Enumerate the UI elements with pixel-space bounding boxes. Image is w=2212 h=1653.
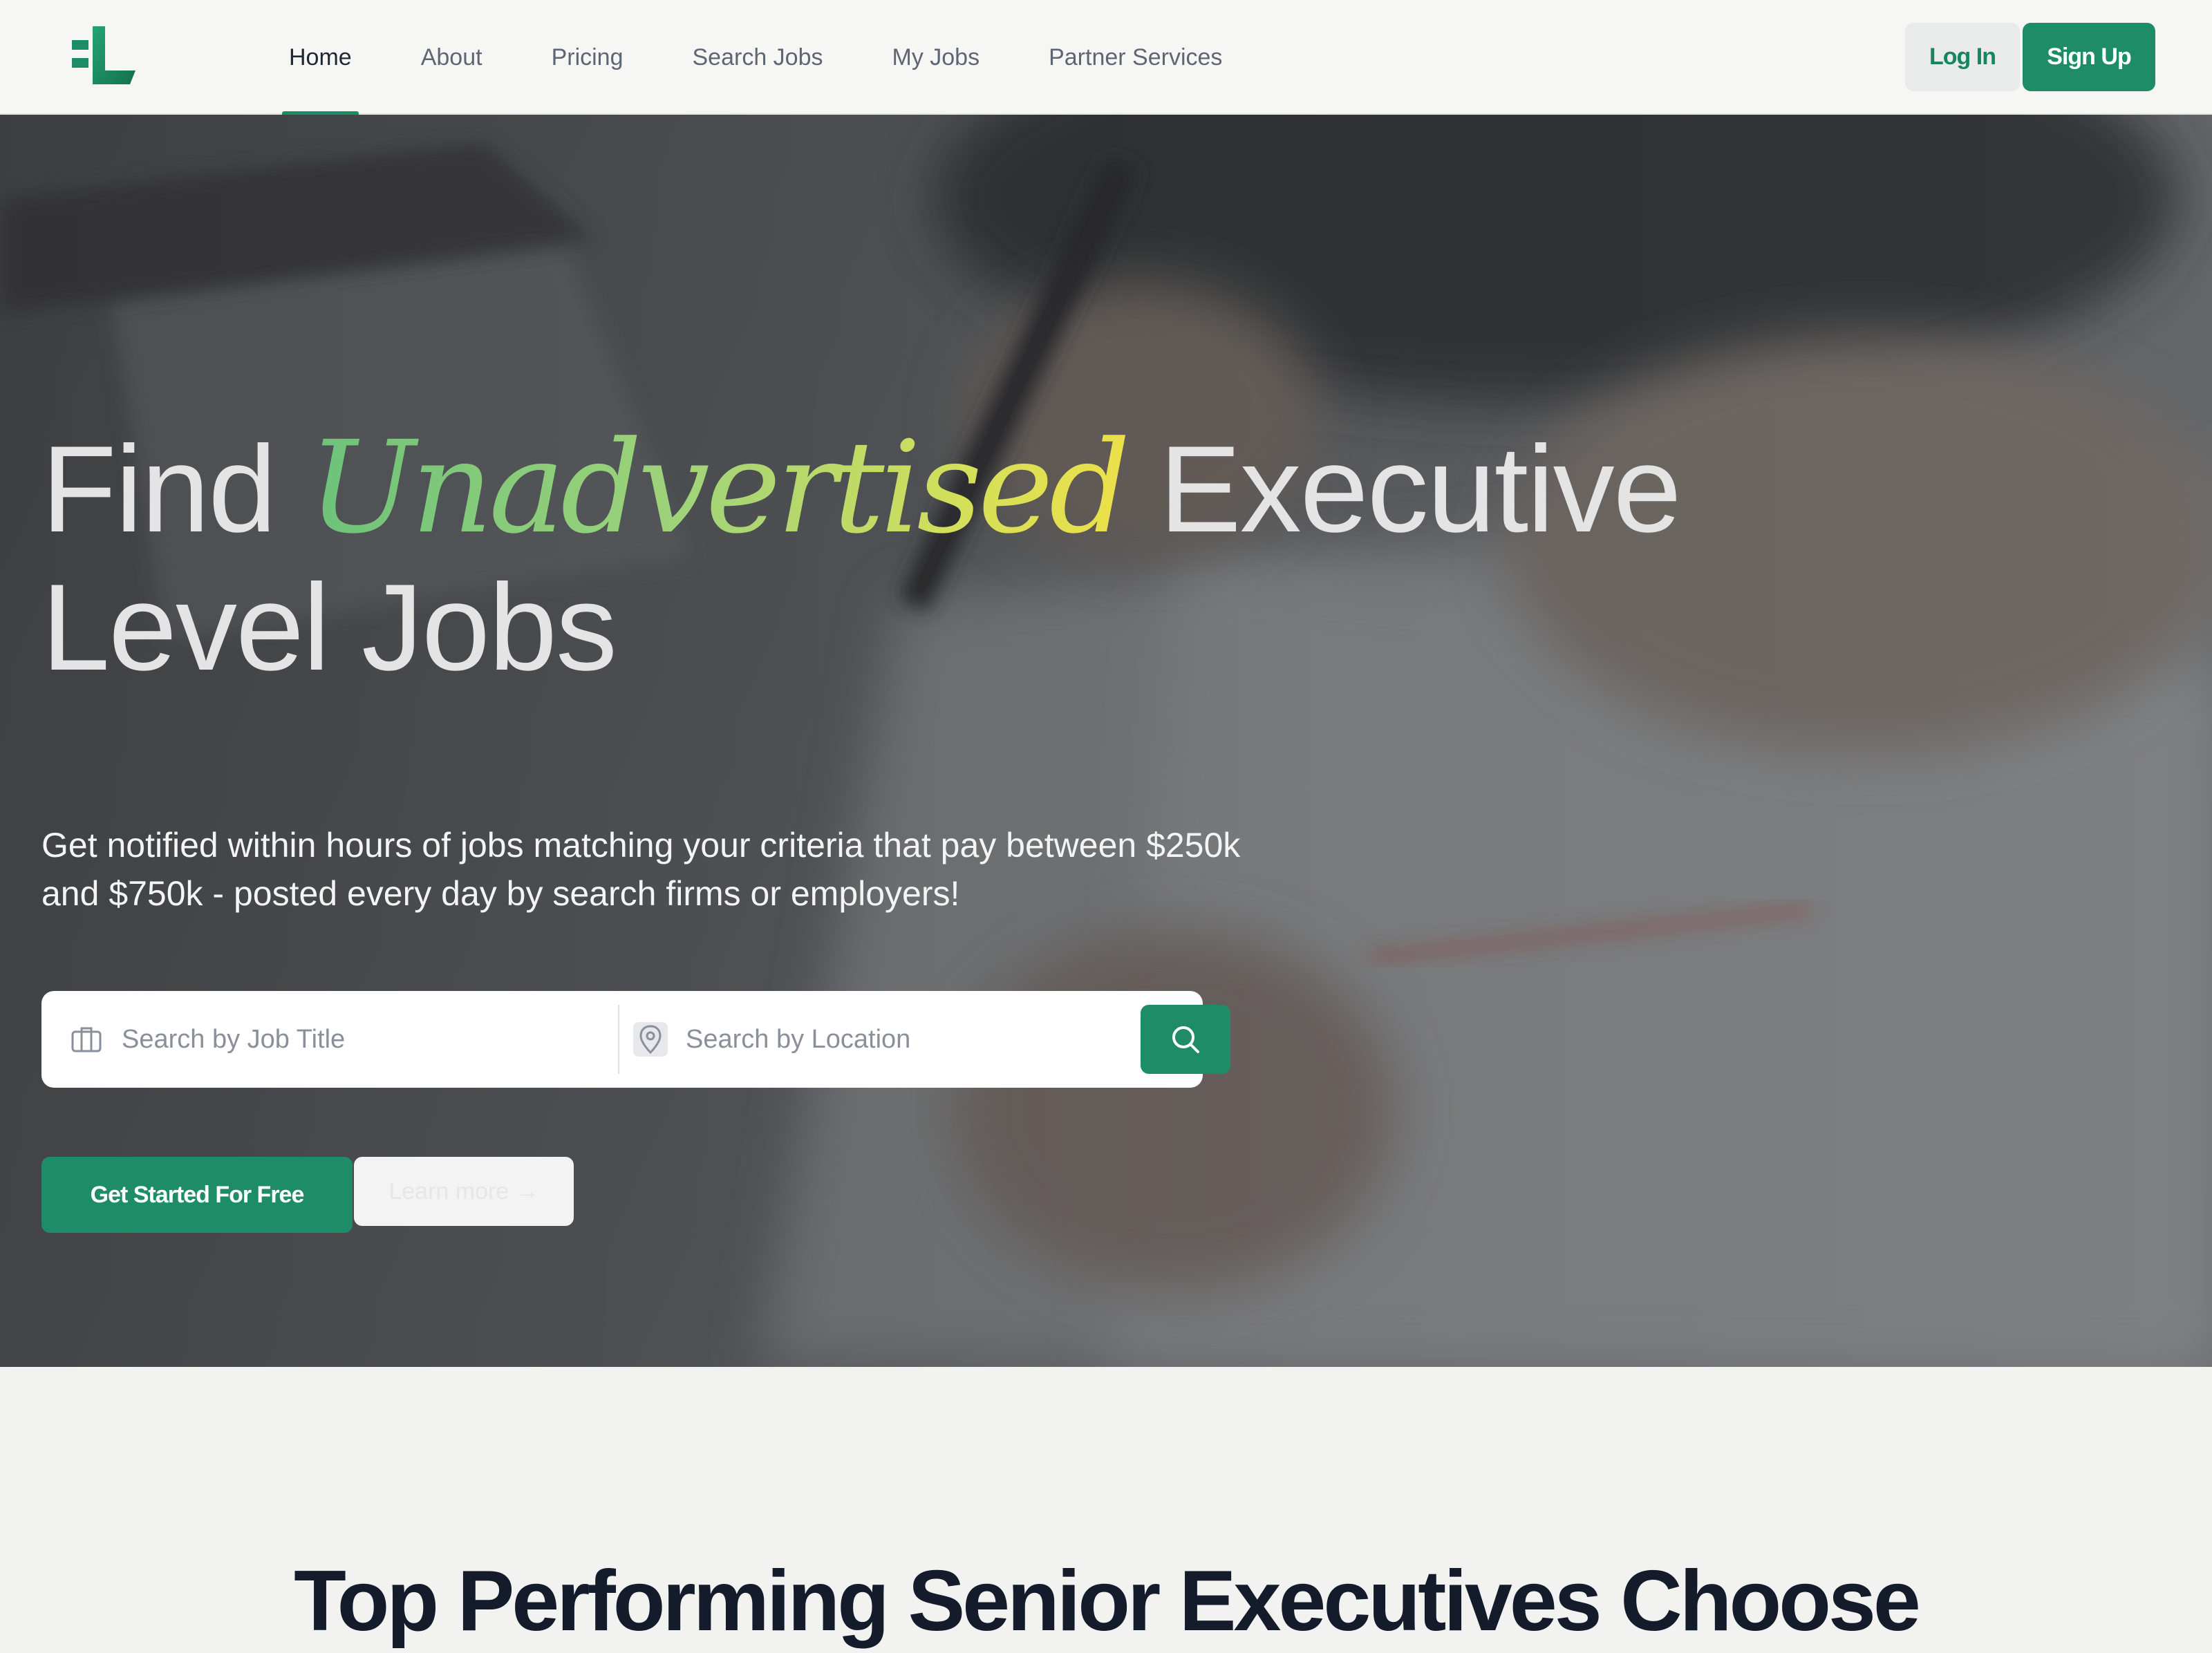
- map-pin-icon: [633, 1022, 668, 1057]
- location-field: [633, 991, 1114, 1088]
- logo-icon: [72, 26, 135, 84]
- hero-title: Find Unadvertised Executive Level Jobs: [41, 419, 1700, 697]
- site-logo[interactable]: [72, 26, 135, 88]
- get-started-button[interactable]: Get Started For Free: [41, 1157, 353, 1233]
- main-nav: Home About Pricing Search Jobs My Jobs P…: [281, 0, 1283, 115]
- nav-home[interactable]: Home: [281, 0, 360, 115]
- nav-my-jobs[interactable]: My Jobs: [884, 0, 988, 115]
- briefcase-icon: [69, 1022, 104, 1057]
- job-search-bar: [41, 991, 1230, 1088]
- nav-partner-services[interactable]: Partner Services: [1040, 0, 1230, 115]
- search-button[interactable]: [1141, 1005, 1230, 1074]
- hero-title-start: Find: [41, 420, 308, 558]
- nav-search-jobs[interactable]: Search Jobs: [684, 0, 832, 115]
- learn-more-button[interactable]: Learn more →: [354, 1157, 574, 1226]
- signup-button[interactable]: Sign Up: [2023, 23, 2155, 91]
- hero-title-accent: Unadvertised: [308, 414, 1131, 562]
- hero-subtitle: Get notified within hours of jobs matchi…: [41, 826, 1241, 913]
- nav-about[interactable]: About: [413, 0, 491, 115]
- top-navbar: Home About Pricing Search Jobs My Jobs P…: [0, 0, 2212, 115]
- location-input[interactable]: [686, 1024, 1114, 1055]
- hero-section: Find Unadvertised Executive Level Jobs G…: [0, 115, 2212, 1367]
- nav-pricing[interactable]: Pricing: [543, 0, 632, 115]
- login-button[interactable]: Log In: [1905, 23, 2020, 91]
- search-icon: [1172, 1026, 1199, 1053]
- search-divider: [618, 1005, 619, 1074]
- job-title-input[interactable]: [122, 1024, 550, 1055]
- section-heading: Top Performing Senior Executives Choose: [294, 1553, 1921, 1649]
- job-title-field: [69, 991, 550, 1088]
